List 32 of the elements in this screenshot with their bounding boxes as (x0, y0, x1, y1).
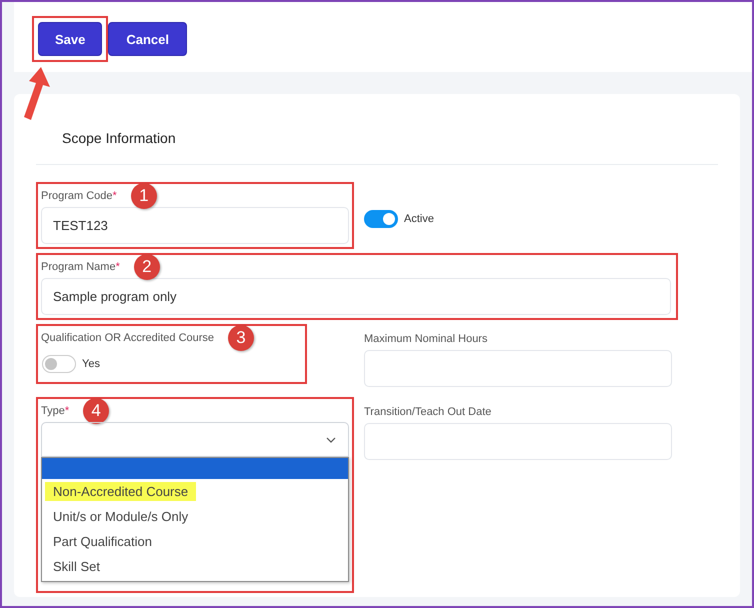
field-label: Program Name (41, 261, 116, 273)
callout-badge: 1 (130, 183, 157, 209)
callout-badge: 2 (134, 254, 160, 280)
dropdown-option[interactable]: Non-Accredited Course (42, 479, 348, 504)
toggle-switch[interactable] (364, 210, 398, 228)
callout-badge: 3 (228, 325, 254, 351)
field-label: Type (41, 405, 65, 417)
chevron-down-icon (326, 437, 336, 443)
required-mark: * (112, 190, 117, 202)
input-field[interactable] (364, 350, 672, 387)
switch-label: Active (404, 213, 434, 225)
input-field[interactable]: TEST123 (41, 207, 349, 244)
save-button[interactable]: Save (38, 22, 102, 56)
dropdown-option[interactable]: Skill Set (42, 554, 348, 579)
callout-badge: 4 (83, 398, 110, 424)
dropdown-field[interactable] (41, 422, 349, 457)
required-mark: * (116, 261, 120, 273)
arrow-icon (21, 65, 51, 123)
required-mark: * (64, 405, 70, 417)
field-label: Program Code (41, 190, 113, 202)
input-field[interactable] (364, 423, 672, 460)
field-label: Qualification OR Accredited Course (41, 332, 214, 344)
cancel-button[interactable]: Cancel (108, 22, 188, 56)
field-label: Maximum Nominal Hours (364, 333, 488, 345)
field-label: Transition/Teach Out Date (364, 406, 492, 418)
toggle-label: Yes (82, 358, 100, 370)
dropdown-option[interactable] (42, 458, 348, 479)
section-title: Scope Information (62, 130, 177, 146)
toggle-switch[interactable] (42, 355, 76, 373)
input-field[interactable]: Sample program only (41, 278, 671, 315)
dropdown-option[interactable]: Unit/s or Module/s Only (42, 504, 348, 529)
dropdown-option[interactable]: Part Qualification (42, 529, 348, 554)
